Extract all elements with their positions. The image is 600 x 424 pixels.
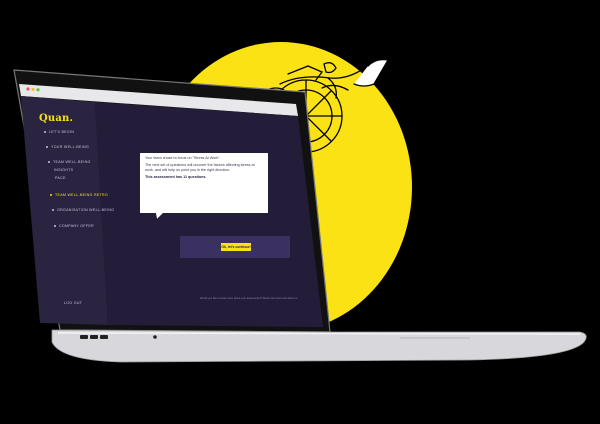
logout-link[interactable]: LOG OUT (64, 301, 82, 305)
sidebar-item-team-wellbeing[interactable]: TEAM WELL-BEING (48, 160, 91, 164)
sidebar-subitem-insights[interactable]: INSIGHTS (54, 168, 73, 172)
sidebar-item-organisation-wellbeing[interactable]: ORGANISATION WELL-BEING (52, 208, 114, 212)
sidebar-item-label: TEAM WELL-BEING RETRO (55, 193, 109, 197)
popup-intro: Your team chose to focus on "Stress At W… (145, 156, 221, 160)
bullet-icon (50, 194, 52, 197)
sidebar-item-label: PACE (55, 176, 66, 180)
continue-button[interactable]: Ok, let's continue! (221, 243, 251, 251)
sidebar-item-lets-begin[interactable]: LET'S BEGIN (44, 130, 74, 134)
popup-question-count: This assessment has 11 questions. (145, 175, 207, 179)
sidebar-item-label: ORGANISATION WELL-BEING (57, 208, 115, 212)
footer-note: Would you like to know more about your a… (200, 297, 298, 300)
sidebar-item-label: YOUR WELL-BEING (51, 145, 90, 149)
sidebar-item-your-wellbeing[interactable]: YOUR WELL-BEING (46, 145, 89, 149)
popup-tail (153, 209, 165, 220)
sidebar-subitem-pace[interactable]: PACE (55, 176, 66, 180)
sidebar-item-company-offer[interactable]: COMPANY OFFER (54, 224, 94, 228)
bullet-icon (44, 131, 46, 134)
bullet-icon (52, 209, 54, 212)
sidebar-item-team-wellbeing-retro[interactable]: TEAM WELL-BEING RETRO (50, 193, 108, 197)
brand-logo[interactable]: Quan. (39, 113, 73, 124)
bullet-icon (46, 146, 48, 149)
laptop-illustration (13, 69, 587, 363)
sidebar-item-label: LET'S BEGIN (49, 130, 75, 134)
popup-description: The next set of questions will uncover t… (145, 163, 255, 172)
sidebar-item-label: TEAM WELL-BEING (53, 160, 91, 164)
bullet-icon (48, 161, 50, 164)
sidebar-item-label: INSIGHTS (54, 168, 74, 172)
bullet-icon (54, 225, 56, 228)
sidebar-item-label: COMPANY OFFER (59, 224, 94, 228)
info-popup: Your team chose to focus on "Stress At W… (140, 153, 268, 213)
